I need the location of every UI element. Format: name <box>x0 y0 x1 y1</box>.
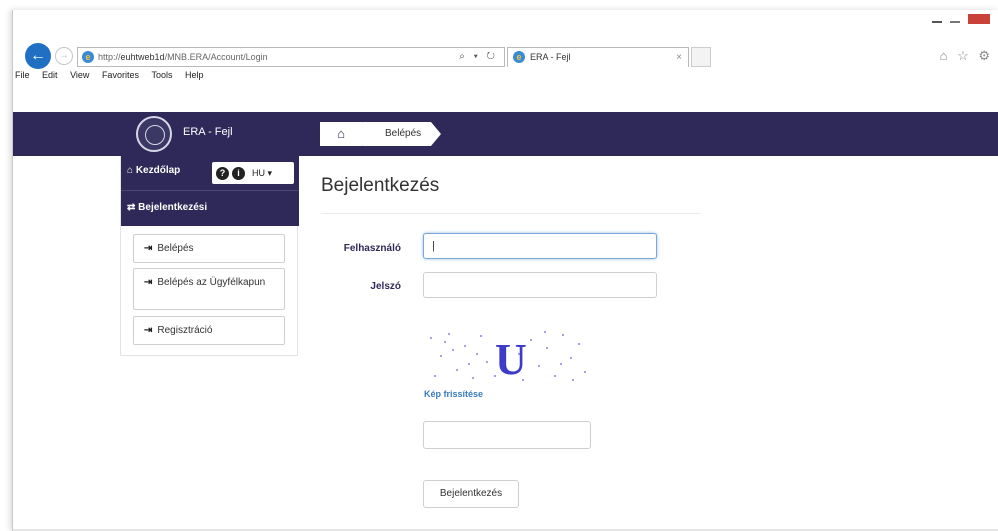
sidebar-item-label: Belépés az Ügyfélkapun <box>157 277 266 288</box>
sign-in-icon: ⇥ <box>144 277 153 288</box>
username-field[interactable]: | <box>423 233 657 259</box>
section-title-text: Bejelentkezési <box>138 202 208 213</box>
captcha-text: U <box>495 335 527 384</box>
seal-logo-icon <box>136 116 172 152</box>
close-tab-icon[interactable]: × <box>676 48 682 67</box>
sidebar-section-title: ⇄ Bejelentkezési <box>127 202 207 213</box>
address-bar-row: ← → e http://euhtweb1d/MNB.ERA/Account/L… <box>13 36 998 69</box>
new-tab-button[interactable] <box>691 47 711 67</box>
language-select[interactable]: HU ▾ <box>252 168 272 179</box>
menu-bar: File Edit View Favorites Tools Help <box>13 66 998 84</box>
home-icon: ⌂ <box>127 165 134 176</box>
menu-edit[interactable]: Edit <box>42 66 58 84</box>
help-language-box: ? i HU ▾ <box>212 162 294 184</box>
sidebar-item-label: Regisztráció <box>157 325 213 336</box>
address-input[interactable]: e http://euhtweb1d/MNB.ERA/Account/Login… <box>77 47 505 67</box>
page: ← → e http://euhtweb1d/MNB.ERA/Account/L… <box>0 0 998 531</box>
sidebar-item-client-gate-login[interactable]: ⇥ Belépés az Ügyfélkapun <box>133 268 285 310</box>
menu-favorites[interactable]: Favorites <box>102 66 139 84</box>
sidebar-item-registration[interactable]: ⇥ Regisztráció <box>133 316 285 345</box>
minimize-button[interactable] <box>932 21 942 23</box>
page-title: Bejelentkezés <box>321 175 440 196</box>
breadcrumb-current[interactable]: Belépés <box>362 122 442 146</box>
info-icon[interactable]: i <box>232 166 245 180</box>
window-controls <box>932 14 990 24</box>
sign-in-icon: ⇥ <box>144 243 153 254</box>
sign-in-icon: ⇥ <box>144 325 153 336</box>
password-label: Jelszó <box>370 281 401 292</box>
breadcrumb: ⌂ Belépés <box>320 112 442 156</box>
close-window-button[interactable] <box>968 14 990 24</box>
login-button[interactable]: Bejelentkezés <box>423 480 519 508</box>
sidebar-item-login[interactable]: ⇥ Belépés <box>133 234 285 263</box>
ie-page-icon: e <box>82 51 94 63</box>
app-header: ERA - Fejl ⌂ Belépés <box>13 112 998 156</box>
sidebar-top: ⌂ Kezdőlap ? i HU ▾ <box>121 156 299 190</box>
password-field[interactable] <box>423 272 657 298</box>
menu-tools[interactable]: Tools <box>151 66 172 84</box>
home-star-gear-icons[interactable]: ⌂ ☆ ⚙ <box>940 48 993 64</box>
title-divider <box>321 213 701 214</box>
tab-title: ERA - Fejl <box>530 52 571 62</box>
browser-window: ← → e http://euhtweb1d/MNB.ERA/Account/L… <box>12 10 998 531</box>
url-host: euhtweb1d <box>120 52 165 62</box>
username-label: Felhasználó <box>343 243 401 254</box>
breadcrumb-home-icon[interactable]: ⌂ <box>320 122 370 146</box>
browser-tab[interactable]: e ERA - Fejl × <box>507 47 689 67</box>
home-label: Kezdőlap <box>135 165 181 176</box>
menu-help[interactable]: Help <box>185 66 204 84</box>
forward-arrow-icon[interactable]: → <box>55 47 73 65</box>
sidebar: ⌂ Kezdőlap ? i HU ▾ ⇄ Bejelentkezési ⇥ Be… <box>120 156 299 356</box>
sidebar-item-label: Belépés <box>157 243 194 254</box>
menu-file[interactable]: File <box>15 66 30 84</box>
refresh-captcha-link[interactable]: Kép frissítése <box>424 389 483 399</box>
sidebar-section-header: ⇄ Bejelentkezési <box>121 190 299 226</box>
captcha-image: U <box>423 326 591 386</box>
help-icon[interactable]: ? <box>216 166 229 180</box>
ie-tab-icon: e <box>513 51 525 63</box>
menu-view[interactable]: View <box>70 66 89 84</box>
maximize-button[interactable] <box>950 21 960 23</box>
url-path: /MNB.ERA/Account/Login <box>164 52 268 62</box>
exchange-icon: ⇄ <box>127 202 136 213</box>
app-title: ERA - Fejl <box>183 126 233 138</box>
url-prefix: http:// <box>98 52 121 62</box>
captcha-input[interactable] <box>423 421 591 449</box>
search-refresh-icons[interactable]: ⌕ ▾ ↻ <box>459 48 498 66</box>
sidebar-home-link[interactable]: ⌂ Kezdőlap <box>127 165 180 176</box>
